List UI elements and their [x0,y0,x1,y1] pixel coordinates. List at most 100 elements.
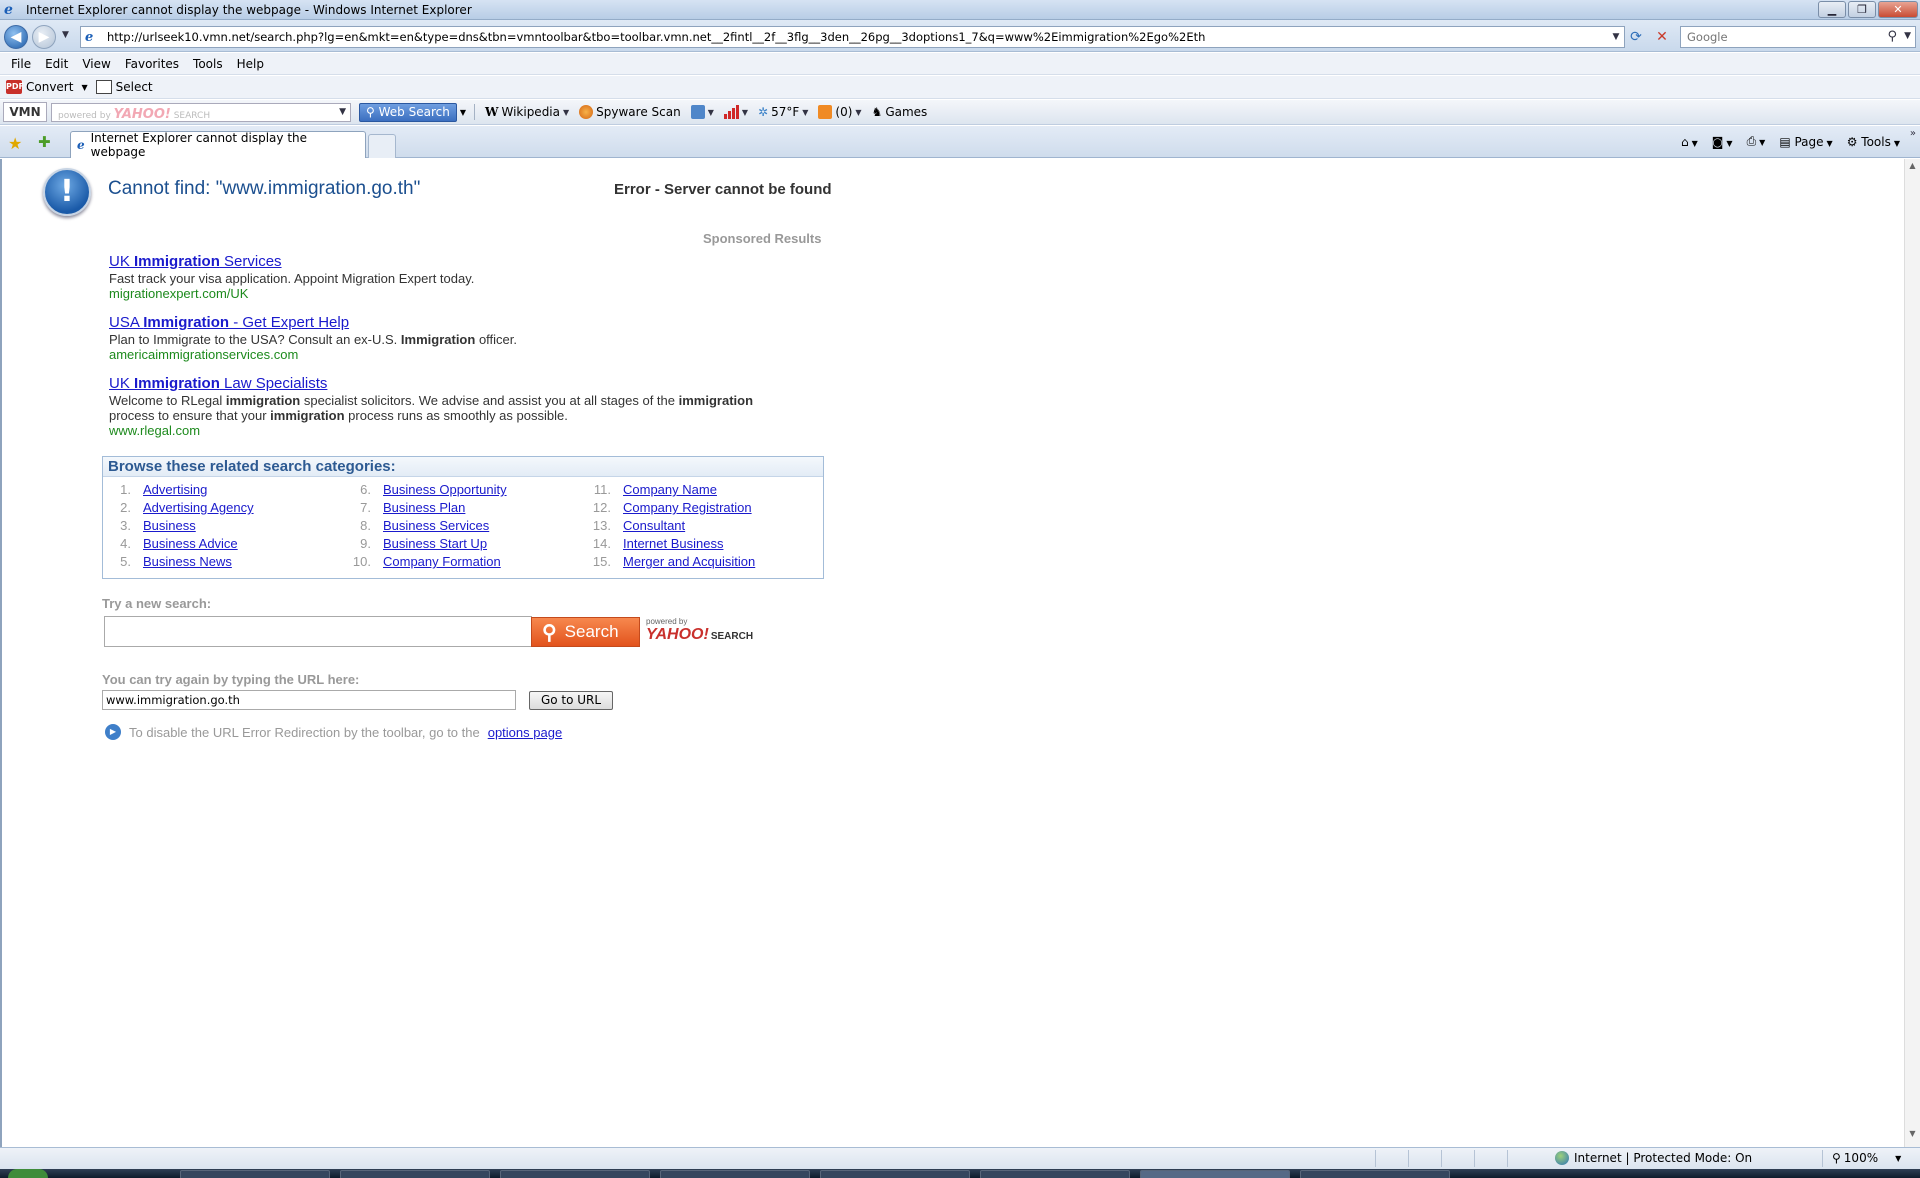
address-dropdown-icon[interactable]: ▼ [1608,32,1624,42]
menu-file[interactable]: File [4,57,38,71]
page-content [0,159,1904,1147]
weather-label: 57°F [771,105,800,119]
web-search-button[interactable]: ⚲ Web Search [359,102,457,122]
sponsored-result: UK Immigration Law Specialists Welcome t… [109,375,753,438]
category-link[interactable]: Business Opportunity [383,482,507,500]
signal-button[interactable]: ▼ [723,105,748,119]
category-link[interactable]: Merger and Acquisition [623,554,755,572]
sponsored-result-link[interactable]: UK Immigration Law Specialists [109,375,753,393]
menu-edit[interactable]: Edit [38,57,75,71]
scroll-up-icon[interactable]: ▲ [1905,161,1920,177]
category-link[interactable]: Business Plan [383,500,465,518]
security-zone[interactable]: Internet | Protected Mode: On [1555,1151,1752,1165]
restore-button[interactable]: ❐ [1848,1,1876,18]
stop-button[interactable]: ✕ [1652,28,1672,46]
category-link[interactable]: Business News [143,554,232,572]
refresh-button[interactable]: ⟳ [1626,28,1646,46]
security-zone-label: Internet | Protected Mode: On [1574,1151,1753,1165]
back-button[interactable]: ◀ [4,25,28,49]
sponsored-result-link[interactable]: USA Immigration - Get Expert Help [109,314,517,332]
weather-dropdown-icon[interactable]: ▼ [802,108,808,117]
rss-button[interactable]: (0) ▼ [818,105,862,119]
category-link[interactable]: Advertising Agency [143,500,254,518]
taskbar-item[interactable] [980,1170,1130,1178]
taskbar-item[interactable] [660,1170,810,1178]
category-link[interactable]: Company Formation [383,554,501,572]
category-link[interactable]: Business Start Up [383,536,487,554]
search-icon[interactable]: ⚲ [1887,29,1897,44]
page-menu-button[interactable]: ▤ Page ▼ [1779,135,1832,149]
web-search-dropdown-icon[interactable]: ▼ [460,108,466,117]
category-link[interactable]: Advertising [143,482,207,500]
category-link[interactable]: Business Advice [143,536,238,554]
weather-button[interactable]: ✲ 57°F ▼ [758,105,808,119]
tab-active[interactable]: e Internet Explorer cannot display the w… [70,131,366,159]
add-to-favorites-icon[interactable]: ✚ [38,133,51,151]
wikipedia-button[interactable]: W Wikipedia ▼ [485,105,569,119]
menu-tools[interactable]: Tools [186,57,230,71]
search-button[interactable]: ⚲ Search [531,617,640,647]
new-tab-button[interactable] [368,134,396,158]
taskbar-item-active[interactable] [1140,1170,1290,1178]
taskbar-item[interactable] [180,1170,330,1178]
retry-url-input[interactable]: www.immigration.go.th [102,690,516,710]
page-icon: e [85,29,94,45]
page-menu-label: Page [1794,134,1824,149]
spyware-scan-button[interactable]: Spyware Scan [579,105,681,119]
category-link[interactable]: Company Registration [623,500,752,518]
convert-dropdown-icon[interactable]: ▼ [81,83,87,92]
menu-help[interactable]: Help [230,57,271,71]
browser-search-box[interactable]: ⚲ ▼ [1680,26,1916,48]
games-button[interactable]: ♞ Games [872,105,928,119]
close-window-button[interactable]: ✕ [1878,1,1918,18]
category-link[interactable]: Business Services [383,518,489,536]
signal-dropdown-icon[interactable]: ▼ [742,108,748,117]
select-button[interactable]: Select [116,80,153,94]
search-options-dropdown-icon[interactable]: ▼ [1904,31,1911,41]
feeds-button[interactable]: ◙ ▼ [1712,135,1733,149]
forward-button[interactable]: ▶ [32,25,56,49]
taskbar-item[interactable] [340,1170,490,1178]
address-field[interactable]: e http://urlseek10.vmn.net/search.php?lg… [80,26,1625,48]
category-link[interactable]: Business [143,518,196,536]
rss-dropdown-icon[interactable]: ▼ [855,108,861,117]
menu-view[interactable]: View [75,57,117,71]
games-label: Games [885,105,928,119]
search-button-label: Search [564,622,619,641]
category-link[interactable]: Internet Business [623,536,723,554]
zoom-dropdown-icon[interactable]: ▼ [1895,1154,1901,1163]
home-button[interactable]: ⌂ ▼ [1681,135,1698,149]
screen-tool-button[interactable]: ▼ [690,105,714,119]
scroll-down-icon[interactable]: ▼ [1905,1129,1920,1145]
go-to-url-button[interactable]: Go to URL [529,691,613,710]
print-button[interactable]: ⎙ ▼ [1747,134,1766,149]
convert-button[interactable]: Convert [26,80,73,94]
taskbar-item[interactable] [500,1170,650,1178]
sponsored-result-url: www.rlegal.com [109,423,201,438]
category-link[interactable]: Company Name [623,482,717,500]
vmn-logo[interactable]: VMN [3,102,47,122]
category-item: 9. Business Start Up [343,536,507,554]
wikipedia-dropdown-icon[interactable]: ▼ [563,108,569,117]
toolbar-overflow-icon[interactable]: » [1910,128,1916,139]
taskbar-item[interactable] [1300,1170,1450,1178]
category-column: 6. Business Opportunity 7. Business Plan 8… [343,482,507,572]
minimize-button[interactable]: ▁ [1818,1,1846,18]
new-search-input[interactable] [104,616,532,647]
taskbar-item[interactable] [820,1170,970,1178]
tools-menu-button[interactable]: ⚙ Tools ▼ [1847,135,1900,149]
options-page-link[interactable]: options page [488,725,562,740]
menu-favorites[interactable]: Favorites [118,57,186,71]
browser-search-input[interactable] [1687,30,1877,44]
zoom-control[interactable]: ⚲ 100% ▼ [1832,1151,1901,1165]
start-button[interactable] [8,1169,48,1178]
vmn-search-dropdown-icon[interactable]: ▼ [339,107,346,117]
vmn-search-field[interactable]: powered by YAHOO! SEARCH ▼ [51,102,351,122]
sponsored-result-link[interactable]: UK Immigration Services [109,253,474,271]
recent-pages-dropdown-icon[interactable]: ▼ [62,30,69,40]
address-url[interactable]: http://urlseek10.vmn.net/search.php?lg=e… [107,30,1608,44]
category-link[interactable]: Consultant [623,518,685,536]
screen-dropdown-icon[interactable]: ▼ [708,108,714,117]
favorites-center-icon[interactable]: ★ [8,134,22,153]
vertical-scrollbar[interactable]: ▲ ▼ [1904,159,1920,1147]
